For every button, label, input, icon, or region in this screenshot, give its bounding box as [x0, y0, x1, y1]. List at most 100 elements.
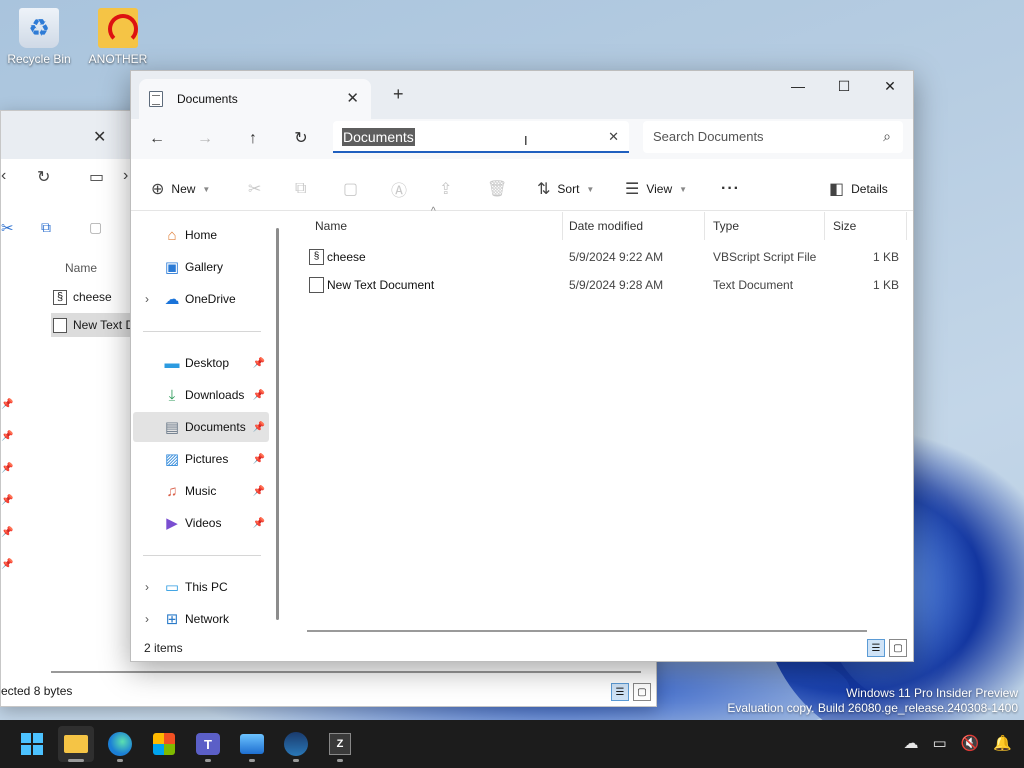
taskbar-store[interactable]	[146, 726, 182, 762]
steam-icon	[284, 732, 308, 756]
notification-bell-icon[interactable]: 🔔	[993, 734, 1012, 752]
view-button[interactable]: ☰ View ▼	[625, 177, 687, 201]
tab-documents[interactable]: Documents ✕	[139, 79, 371, 119]
volume-mute-icon[interactable]: 🔇	[961, 734, 980, 752]
horizontal-scrollbar[interactable]	[51, 671, 641, 673]
nav-item-network[interactable]: › ⊞ Network	[133, 604, 269, 634]
title-bar: Documents ✕ + — ☐ ✕	[131, 71, 913, 119]
background-status-bar: ected 8 bytes	[1, 684, 73, 698]
table-row[interactable]: § cheese 5/9/2024 9:22 AM VBScript Scrip…	[287, 243, 907, 271]
network-icon[interactable]: ▭	[932, 734, 946, 752]
search-icon[interactable]: ⌕	[883, 128, 891, 145]
chevron-right-icon[interactable]: ›	[123, 167, 128, 185]
plus-circle-icon: ⊕	[151, 181, 165, 198]
nav-item-videos[interactable]: ▶ Videos 📌	[133, 508, 269, 538]
running-indicator	[68, 759, 84, 762]
close-button[interactable]: ✕	[867, 71, 913, 101]
search-box[interactable]: ⌕	[643, 121, 903, 153]
new-button[interactable]: ⊕ New ▼	[151, 177, 210, 201]
tiles-view-icon[interactable]: ▢	[633, 683, 651, 701]
ellipsis-icon: ···	[721, 180, 740, 197]
refresh-icon[interactable]: ↻	[37, 167, 50, 187]
pin-icon[interactable]: 📌	[253, 486, 265, 497]
nav-divider	[143, 555, 261, 556]
pin-icon[interactable]: 📌	[253, 454, 265, 465]
share-button[interactable]: ⇪	[439, 177, 452, 201]
back-button[interactable]: ←	[141, 127, 173, 151]
chevron-right-icon[interactable]: ›	[145, 292, 149, 306]
address-selected-text[interactable]: Documents	[342, 128, 415, 146]
close-tab-icon[interactable]: ✕	[93, 127, 106, 147]
nav-item-desktop[interactable]: ▬ Desktop 📌	[133, 348, 269, 378]
sort-button[interactable]: ⇅ Sort ▼	[537, 177, 594, 201]
nav-item-pictures[interactable]: ▨ Pictures 📌	[133, 444, 269, 474]
taskbar-app[interactable]: Z	[322, 726, 358, 762]
horizontal-scrollbar[interactable]	[307, 630, 867, 632]
nav-item-documents[interactable]: ▤ Documents 📌	[133, 412, 269, 442]
pin-icon[interactable]: 📌	[253, 518, 265, 529]
cut-button[interactable]: ✂	[248, 177, 261, 201]
cloud-icon: ☁	[164, 291, 180, 308]
file-explorer-window[interactable]: Documents ✕ + — ☐ ✕ ← → ↑ ↻ Documents ✕ …	[130, 70, 914, 662]
nav-item-home[interactable]: ⌂ Home	[133, 220, 269, 250]
desktop-icon-recycle-bin[interactable]: Recycle Bin	[3, 8, 75, 66]
back-icon[interactable]: ‹	[1, 167, 6, 185]
pin-icon[interactable]: 📌	[253, 422, 265, 433]
close-tab-icon[interactable]: ✕	[346, 89, 359, 107]
details-button[interactable]: ◧ Details	[829, 177, 888, 201]
nav-item-this-pc[interactable]: › ▭ This PC	[133, 572, 269, 602]
desktop-icon-another[interactable]: ANOTHER	[82, 8, 154, 66]
nav-label: Music	[185, 484, 217, 498]
nav-item-onedrive[interactable]: › ☁ OneDrive	[133, 284, 269, 314]
status-bar: 2 items ☰ ▢	[131, 639, 913, 661]
taskbar-file-explorer[interactable]	[58, 726, 94, 762]
up-button[interactable]: ↑	[237, 127, 269, 151]
taskbar-edge[interactable]	[102, 726, 138, 762]
list-item[interactable]: § cheese	[51, 285, 141, 309]
chevron-right-icon[interactable]: ›	[145, 580, 149, 594]
table-row[interactable]: New Text Document 5/9/2024 9:28 AM Text …	[287, 271, 907, 299]
clear-address-icon[interactable]: ✕	[608, 129, 619, 145]
search-input[interactable]	[653, 129, 863, 144]
column-header-date[interactable]: Date modified	[561, 212, 705, 240]
refresh-button[interactable]: ↻	[285, 127, 317, 151]
paste-icon[interactable]: ▢	[89, 219, 102, 236]
paste-button[interactable]: ▢	[343, 177, 358, 201]
nav-item-gallery[interactable]: ▣ Gallery	[133, 252, 269, 282]
taskbar-steam[interactable]	[278, 726, 314, 762]
forward-button[interactable]: →	[189, 127, 221, 151]
cut-icon[interactable]: ✂	[1, 219, 14, 237]
details-pane-icon: ◧	[829, 181, 845, 198]
pictures-icon: ▨	[164, 451, 180, 468]
rename-button[interactable]: Ⓐ	[391, 177, 407, 201]
nav-scrollbar[interactable]	[276, 228, 279, 620]
maximize-button[interactable]: ☐	[821, 71, 867, 101]
chevron-right-icon[interactable]: ›	[145, 612, 149, 626]
delete-button[interactable]: 🗑	[487, 177, 507, 201]
pin-icon[interactable]: 📌	[253, 390, 265, 401]
folder-icon	[64, 735, 88, 753]
cloud-off-icon[interactable]: ☁	[903, 734, 918, 752]
home-icon: ⌂	[167, 226, 177, 244]
address-bar[interactable]: Documents ✕	[333, 121, 629, 153]
minimize-button[interactable]: —	[775, 71, 821, 101]
pin-icon[interactable]: 📌	[253, 358, 265, 369]
more-options-button[interactable]: ···	[721, 177, 740, 201]
details-view-icon[interactable]: ☰	[867, 639, 885, 657]
tiles-view-icon[interactable]: ▢	[889, 639, 907, 657]
column-header-name[interactable]: Name	[65, 261, 97, 275]
start-button[interactable]	[14, 726, 50, 762]
column-header-size[interactable]: Size	[825, 212, 907, 240]
monitor-icon[interactable]: ▭	[89, 167, 104, 187]
copy-icon[interactable]: ⧉	[41, 219, 51, 236]
column-header-name[interactable]: Name	[307, 212, 563, 240]
taskbar-teams[interactable]: T	[190, 726, 226, 762]
nav-item-downloads[interactable]: ⤓ Downloads 📌	[133, 380, 269, 410]
copy-button[interactable]: ⧉	[295, 177, 306, 201]
nav-item-music[interactable]: ♫ Music 📌	[133, 476, 269, 506]
list-item[interactable]: New Text D	[51, 313, 141, 337]
details-view-icon[interactable]: ☰	[611, 683, 629, 701]
new-tab-button[interactable]: +	[393, 84, 404, 105]
column-header-type[interactable]: Type	[705, 212, 825, 240]
taskbar-photos[interactable]	[234, 726, 270, 762]
